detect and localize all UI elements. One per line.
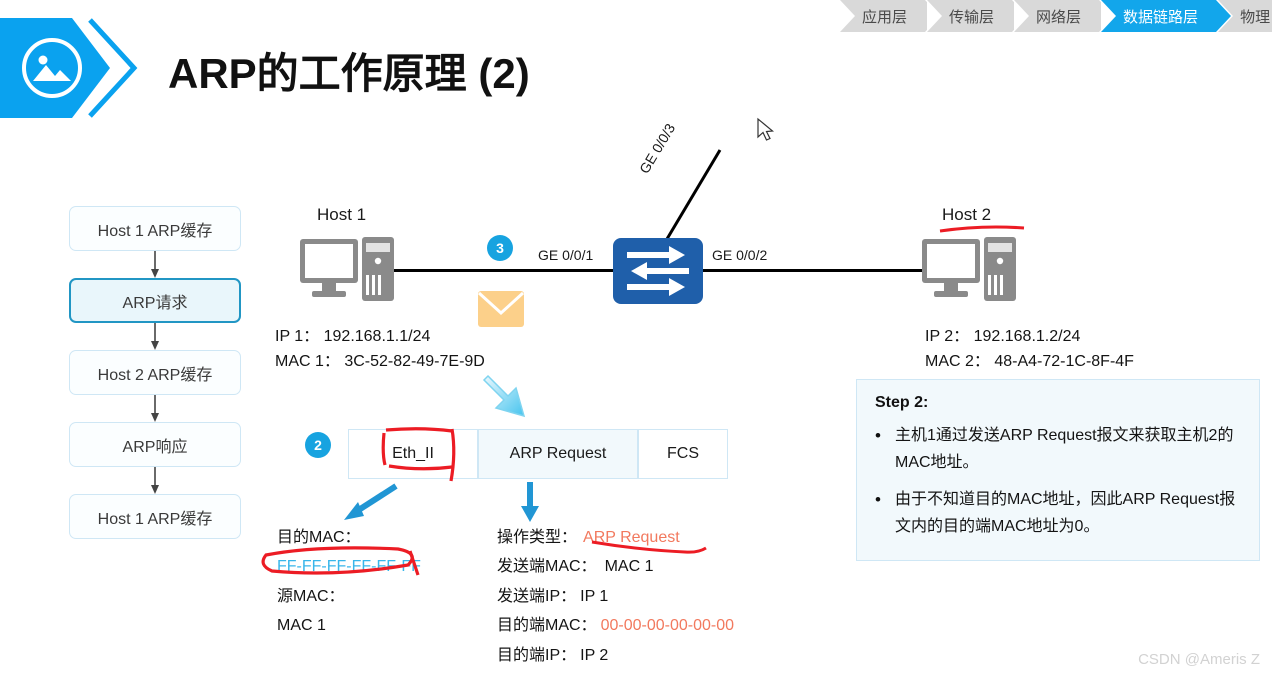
bullet-icon: • xyxy=(875,426,881,445)
arp-detail-sender-ip-label: 发送端IP： xyxy=(497,588,577,605)
host2-name: Host 2 xyxy=(942,205,992,224)
step-badge-3: 3 xyxy=(487,235,513,261)
breadcrumb-item-1[interactable]: 传输层 xyxy=(927,0,1028,32)
flow-connector-arrow xyxy=(69,323,241,350)
flow-connector-arrow xyxy=(69,395,241,422)
step2-bullet-1: • 主机1通过发送ARP Request报文来获取主机2的MAC地址。 xyxy=(875,422,1243,476)
frame-cell-arp-request[interactable]: ARP Request xyxy=(478,429,638,479)
step2-bullet-1-text: 主机1通过发送ARP Request报文来获取主机2的MAC地址。 xyxy=(895,427,1234,471)
step2-title: Step 2: xyxy=(875,394,929,411)
switch-icon xyxy=(613,238,703,304)
host1-name: Host 1 xyxy=(317,205,367,224)
ethernet-frame-diagram: Eth_II ARP Request FCS xyxy=(348,429,728,479)
flow-step-host1-cache-2[interactable]: Host 1 ARP缓存 xyxy=(69,494,241,539)
arp-detail-target-ip-value: IP 2 xyxy=(580,647,609,664)
arp-detail-op-label: 操作类型： xyxy=(497,529,578,546)
host2-mac-label: MAC 2： 48-A4-72-1C-8F-4F xyxy=(925,353,1134,370)
link-host1-switch xyxy=(368,269,618,272)
arp-detail-op-row: 操作类型： ARP Request xyxy=(497,523,680,553)
flow-connector-arrow xyxy=(69,251,241,278)
eth-detail-src-mac-value: MAC 1 xyxy=(277,617,326,634)
layer-breadcrumb: 应用层 传输层 网络层 数据链路层 物理 xyxy=(840,0,1272,32)
frame-cell-label: ARP Request xyxy=(509,445,607,462)
flow-connector-arrow xyxy=(69,467,241,494)
breadcrumb-label: 应用层 xyxy=(862,8,908,26)
arp-detail-sender-ip-row: 发送端IP： IP 1 xyxy=(497,582,608,612)
page-title: ARP的工作原理 (2) xyxy=(168,50,530,97)
step2-bullet-2-text: 由于不知道目的MAC地址，因此ARP Request报文内的目的端MAC地址为0… xyxy=(895,491,1236,535)
link-switch-host2 xyxy=(700,269,925,272)
step-badge-2: 2 xyxy=(305,432,331,458)
link-switch-uplink xyxy=(658,148,728,248)
arp-detail-target-mac-label: 目的端MAC： xyxy=(497,617,597,634)
arp-detail-sender-mac-row: 发送端MAC： MAC 1 xyxy=(497,552,653,582)
mouse-cursor-icon xyxy=(757,117,777,144)
arp-detail-target-ip-row: 目的端IP： IP 2 xyxy=(497,641,608,671)
picture-icon xyxy=(20,36,84,100)
blue-arrow-to-arp-detail xyxy=(518,482,542,522)
eth-detail-dst-mac-value: FF-FF-FF-FF-FF-FF xyxy=(277,558,421,575)
arp-detail-target-mac-value: 00-00-00-00-00-00 xyxy=(600,617,734,634)
eth-detail-dst-mac-label: 目的MAC： xyxy=(277,529,361,546)
arp-detail-target-ip-label: 目的端IP： xyxy=(497,647,577,664)
breadcrumb-label: 传输层 xyxy=(949,8,995,26)
arp-detail-sender-mac-label: 发送端MAC： xyxy=(497,558,597,575)
eth-detail-src-mac-label: 源MAC： xyxy=(277,588,345,605)
arp-detail-op-value: ARP Request xyxy=(583,529,680,546)
arp-process-flowchart: Host 1 ARP缓存 ARP请求 Host 2 ARP缓存 ARP响应 Ho… xyxy=(69,206,241,539)
host1-mac-label: MAC 1： 3C-52-82-49-7E-9D xyxy=(275,353,485,370)
frame-cell-eth2[interactable]: Eth_II xyxy=(348,429,478,479)
bullet-icon: • xyxy=(875,490,881,509)
flow-step-label: ARP响应 xyxy=(122,438,188,456)
watermark: CSDN @Ameris Z xyxy=(1138,651,1260,668)
flow-step-host2-cache[interactable]: Host 2 ARP缓存 xyxy=(69,350,241,395)
flow-step-arp-response[interactable]: ARP响应 xyxy=(69,422,241,467)
flow-step-label: Host 2 ARP缓存 xyxy=(97,366,213,384)
breadcrumb-label: 数据链路层 xyxy=(1123,8,1199,26)
frame-cell-label: Eth_II xyxy=(392,445,434,462)
port-label-ge0-0-2: GE 0/0/2 xyxy=(712,247,768,263)
breadcrumb-item-2[interactable]: 网络层 xyxy=(1014,0,1115,32)
arp-detail-sender-mac-value: MAC 1 xyxy=(604,558,654,575)
blue-arrow-to-eth-detail xyxy=(340,482,400,522)
arp-detail-sender-ip-value: IP 1 xyxy=(580,588,609,605)
flow-step-label: Host 1 ARP缓存 xyxy=(97,510,213,528)
breadcrumb-item-0[interactable]: 应用层 xyxy=(840,0,941,32)
step2-bullet-2: • 由于不知道目的MAC地址，因此ARP Request报文内的目的端MAC地址… xyxy=(875,486,1243,540)
arp-detail-target-mac-row: 目的端MAC： 00-00-00-00-00-00 xyxy=(497,611,734,641)
frame-cell-label: FCS xyxy=(667,445,699,462)
breadcrumb-item-datalink[interactable]: 数据链路层 xyxy=(1101,0,1232,32)
port-label-ge0-0-3: GE 0/0/3 xyxy=(636,120,679,177)
breadcrumb-label: 物理 xyxy=(1240,8,1271,26)
port-label-ge0-0-1: GE 0/0/1 xyxy=(538,247,594,263)
flow-step-label: ARP请求 xyxy=(122,294,188,312)
flow-step-host1-cache-1[interactable]: Host 1 ARP缓存 xyxy=(69,206,241,251)
step2-info-panel: Step 2: • 主机1通过发送ARP Request报文来获取主机2的MAC… xyxy=(856,379,1260,561)
frame-cell-fcs[interactable]: FCS xyxy=(638,429,728,479)
blue-arrow-down-icon xyxy=(482,372,532,422)
host2-name-underline-annotation xyxy=(938,224,1026,234)
breadcrumb-label: 网络层 xyxy=(1036,8,1082,26)
flow-step-arp-request[interactable]: ARP请求 xyxy=(69,278,241,323)
title-chevron-outline xyxy=(86,18,142,118)
flow-step-label: Host 1 ARP缓存 xyxy=(97,222,213,240)
envelope-icon xyxy=(477,291,525,327)
host2-computer-icon xyxy=(922,237,1018,305)
